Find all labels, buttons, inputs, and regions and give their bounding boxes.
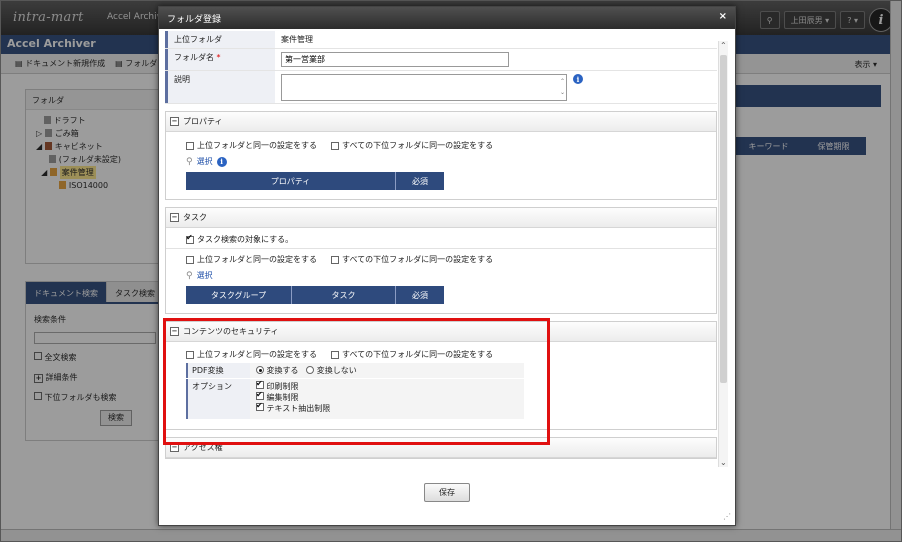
checkbox-icon	[331, 255, 339, 264]
properties-table-header: プロパティ 必須	[186, 172, 444, 190]
description-label: 説明	[165, 71, 275, 103]
scroll-up-icon[interactable]: ⌃	[720, 41, 727, 50]
magnifier-icon: ⚲	[186, 156, 193, 167]
column-required: 必須	[412, 176, 428, 186]
security-same-as-parent-checkbox[interactable]: 上位フォルダと同一の設定をする	[186, 349, 317, 360]
properties-section: − プロパティ 上位フォルダと同一の設定をする すべての下位フォルダに同一の設定…	[165, 111, 717, 200]
task-section: − タスク タスク検索の対象にする。 上位フォルダと同一の設定をする すべての下…	[165, 207, 717, 314]
pdf-no-convert-radio[interactable]: 変換しない	[306, 366, 357, 375]
checkbox-checked-icon	[256, 389, 264, 400]
text-extract-restriction-checkbox[interactable]: テキスト抽出制限	[256, 400, 518, 414]
folder-register-dialog: フォルダ登録 × 上位フォルダ 案件管理 フォルダ名 * 説明 ⌃⌄ i − プ…	[158, 6, 736, 526]
access-rights-header[interactable]: − アクセス権	[166, 438, 716, 458]
folder-name-row: フォルダ名 *	[165, 49, 717, 71]
save-button[interactable]: 保存	[424, 483, 470, 502]
task-header[interactable]: − タスク	[166, 208, 716, 228]
properties-same-as-parent-checkbox[interactable]: 上位フォルダと同一の設定をする	[186, 140, 317, 151]
dialog-title-bar: フォルダ登録 ×	[159, 7, 735, 29]
task-select-link[interactable]: 選択	[197, 270, 213, 281]
resize-grip-icon[interactable]: ⋰	[723, 512, 731, 521]
content-security-title: コンテンツのセキュリティ	[183, 327, 279, 336]
dialog-scrollbar[interactable]: ⌃ ⌄	[718, 41, 728, 467]
close-icon[interactable]: ×	[719, 11, 727, 22]
properties-select-link[interactable]: 選択	[197, 156, 213, 167]
folder-name-label-text: フォルダ名	[174, 53, 214, 62]
collapse-icon[interactable]: −	[170, 117, 179, 126]
radio-selected-icon	[256, 366, 264, 374]
properties-apply-children-checkbox[interactable]: すべての下位フォルダに同一の設定をする	[331, 140, 493, 151]
description-row: 説明 ⌃ ⌄ i	[165, 71, 717, 104]
checkbox-label: 編集制限	[266, 393, 299, 402]
content-security-header[interactable]: − コンテンツのセキュリティ	[166, 322, 716, 342]
security-settings-table: PDF変換 変換する 変換しない オプション 印刷制限 編集制限 テキス	[186, 363, 524, 420]
info-icon[interactable]: i	[216, 156, 227, 167]
column-required: 必須	[412, 290, 428, 300]
checkbox-checked-icon	[256, 400, 264, 411]
dialog-title: フォルダ登録	[167, 15, 222, 25]
option-label: オプション	[186, 379, 250, 419]
column-task: タスク	[292, 286, 396, 304]
pdf-convert-radio[interactable]: 変換する	[256, 366, 299, 375]
access-rights-title: アクセス権	[183, 443, 223, 452]
description-textarea[interactable]: ⌃ ⌄	[281, 74, 567, 101]
collapse-icon[interactable]: −	[170, 443, 179, 452]
parent-folder-row: 上位フォルダ 案件管理	[165, 31, 717, 49]
checkbox-icon	[186, 350, 194, 359]
scroll-thumb[interactable]	[720, 55, 727, 383]
radio-label: 変換する	[266, 366, 299, 375]
checkbox-checked-icon	[256, 378, 264, 389]
checkbox-label: 上位フォルダと同一の設定をする	[197, 350, 317, 359]
column-property: プロパティ	[186, 172, 396, 190]
content-security-section: − コンテンツのセキュリティ 上位フォルダと同一の設定をする すべての下位フォル…	[165, 321, 717, 430]
checkbox-label: 上位フォルダと同一の設定をする	[197, 255, 317, 264]
textarea-scroll-arrows[interactable]: ⌃ ⌄	[560, 76, 565, 98]
task-table-header: タスクグループ タスク 必須	[186, 286, 444, 304]
security-apply-children-checkbox[interactable]: すべての下位フォルダに同一の設定をする	[331, 349, 493, 360]
task-same-as-parent-checkbox[interactable]: 上位フォルダと同一の設定をする	[186, 254, 317, 265]
pdf-conversion-label: PDF変換	[186, 363, 250, 378]
properties-title: プロパティ	[183, 117, 223, 126]
radio-icon	[306, 366, 315, 374]
checkbox-icon	[186, 141, 194, 150]
parent-folder-label: 上位フォルダ	[165, 31, 275, 48]
info-icon[interactable]: i	[573, 74, 583, 84]
folder-name-input[interactable]	[281, 52, 509, 67]
checkbox-label: 上位フォルダと同一の設定をする	[197, 141, 317, 150]
task-apply-children-checkbox[interactable]: すべての下位フォルダに同一の設定をする	[331, 254, 493, 265]
checkbox-icon	[331, 141, 339, 150]
scroll-down-icon[interactable]: ⌄	[720, 458, 727, 467]
required-mark: *	[216, 53, 221, 62]
access-rights-section: − アクセス権	[165, 437, 717, 459]
checkbox-label: タスク検索の対象にする。	[197, 235, 294, 244]
column-task-group: タスクグループ	[186, 286, 292, 304]
folder-name-label: フォルダ名 *	[165, 49, 275, 70]
collapse-icon[interactable]: −	[170, 327, 179, 336]
checkbox-icon	[186, 255, 194, 264]
checkbox-label: 印刷制限	[266, 382, 299, 391]
dialog-body: 上位フォルダ 案件管理 フォルダ名 * 説明 ⌃⌄ i − プロパティ 上位フォ…	[165, 31, 717, 468]
checkbox-checked-icon	[186, 233, 194, 244]
checkbox-label: すべての下位フォルダに同一の設定をする	[342, 255, 494, 264]
task-title: タスク	[183, 213, 207, 222]
edit-restriction-checkbox[interactable]: 編集制限	[256, 389, 518, 403]
checkbox-label: すべての下位フォルダに同一の設定をする	[342, 141, 494, 150]
magnifier-icon: ⚲	[186, 270, 193, 281]
parent-folder-value: 案件管理	[281, 35, 313, 44]
properties-header[interactable]: − プロパティ	[166, 112, 716, 132]
collapse-icon[interactable]: −	[170, 213, 179, 222]
dialog-footer: 保存 ⋰	[159, 471, 735, 525]
checkbox-label: すべての下位フォルダに同一の設定をする	[342, 350, 494, 359]
checkbox-label: テキスト抽出制限	[266, 404, 331, 413]
checkbox-icon	[331, 350, 339, 359]
radio-label: 変換しない	[316, 366, 357, 375]
print-restriction-checkbox[interactable]: 印刷制限	[256, 378, 518, 392]
task-search-target-checkbox[interactable]: タスク検索の対象にする。	[186, 233, 294, 245]
